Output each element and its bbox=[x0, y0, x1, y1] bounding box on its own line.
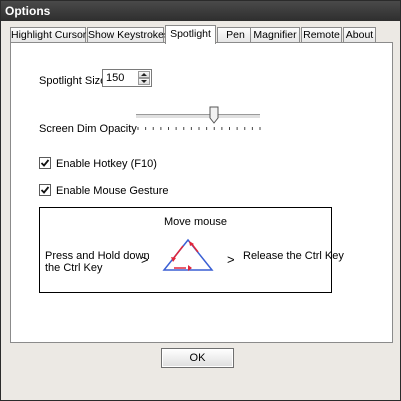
gesture-arrow-2: > bbox=[227, 252, 235, 267]
gesture-move-mouse-text: Move mouse bbox=[164, 216, 227, 228]
checkmark-icon bbox=[40, 186, 50, 194]
gesture-triangle-icon bbox=[162, 238, 214, 271]
chevron-up-icon bbox=[141, 73, 147, 76]
spotlight-size-stepper[interactable]: 150 bbox=[102, 69, 152, 87]
stepper-down-button[interactable] bbox=[138, 78, 150, 85]
stepper-buttons bbox=[138, 71, 150, 85]
enable-mouse-gesture-label: Enable Mouse Gesture bbox=[56, 185, 169, 197]
tab-highlight-cursor[interactable]: Highlight Cursor bbox=[10, 27, 86, 42]
slider-ticks bbox=[137, 127, 261, 130]
checkmark-icon bbox=[40, 159, 50, 167]
gesture-press-text-line2: the Ctrl Key bbox=[45, 262, 103, 274]
tab-show-keystrokes[interactable]: Show Keystrokes bbox=[87, 27, 169, 42]
tab-remote[interactable]: Remote bbox=[301, 27, 342, 42]
enable-hotkey-checkbox[interactable] bbox=[39, 157, 51, 169]
tab-about[interactable]: About bbox=[343, 27, 376, 42]
enable-hotkey-label: Enable Hotkey (F10) bbox=[56, 158, 157, 170]
gesture-arrow-1: > bbox=[141, 252, 149, 267]
enable-mouse-gesture-checkbox[interactable] bbox=[39, 184, 51, 196]
spotlight-size-label: Spotlight Size bbox=[39, 75, 107, 87]
tab-spotlight[interactable]: Spotlight bbox=[165, 25, 216, 44]
gesture-release-text: Release the Ctrl Key bbox=[243, 250, 344, 262]
tab-pen[interactable]: Pen bbox=[217, 27, 254, 42]
window-title: Options bbox=[1, 1, 400, 21]
screen-dim-label: Screen Dim Opacity bbox=[39, 123, 137, 135]
mouse-gesture-diagram: Move mouse Press and Hold down the Ctrl … bbox=[39, 207, 344, 293]
slider-thumb[interactable] bbox=[209, 106, 219, 124]
tab-magnifier[interactable]: Magnifier bbox=[250, 27, 300, 42]
gesture-press-text-line1: Press and Hold down bbox=[45, 250, 150, 262]
spotlight-size-value[interactable]: 150 bbox=[106, 72, 124, 84]
stepper-up-button[interactable] bbox=[138, 71, 150, 78]
chevron-down-icon bbox=[141, 80, 147, 83]
screen-dim-slider[interactable] bbox=[134, 105, 264, 135]
ok-button[interactable]: OK bbox=[161, 348, 234, 368]
options-window: Options Highlight Cursor Show Keystrokes… bbox=[0, 0, 401, 401]
